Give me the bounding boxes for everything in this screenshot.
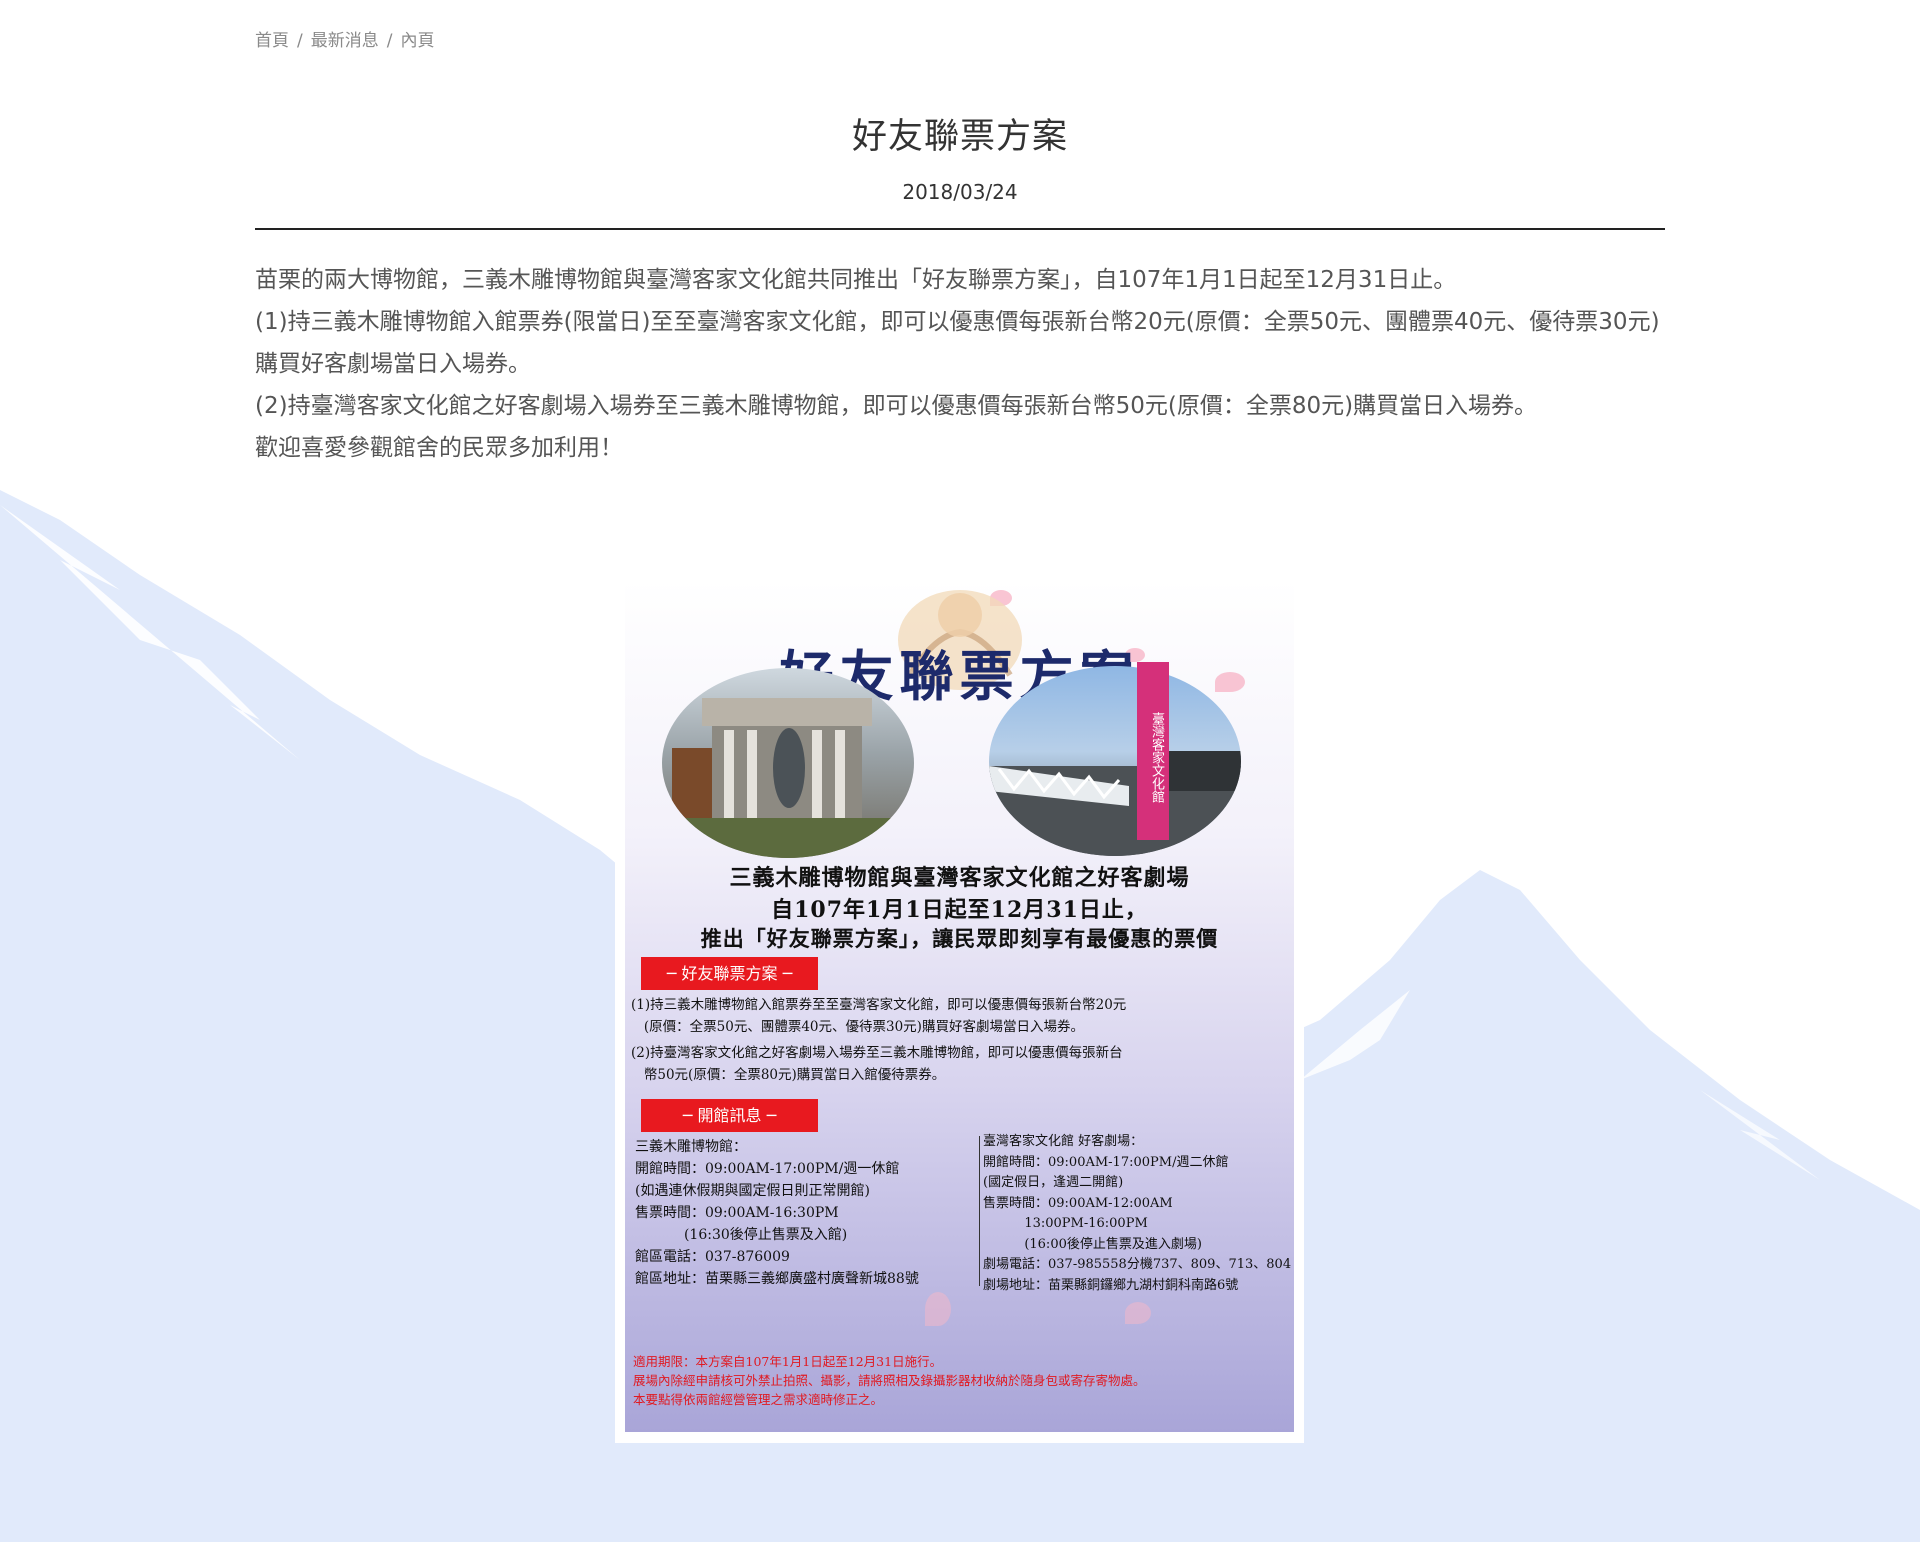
hakka-hall-photo bbox=[989, 666, 1241, 856]
article-paragraph: (1)持三義木雕博物館入館票券(限當日)至至臺灣客家文化館，即可以優惠價每張新台… bbox=[255, 309, 1660, 377]
poster-headline: 推出「好友聯票方案」，讓民眾即刻享有最優惠的票價 bbox=[700, 926, 1219, 951]
poster-image[interactable]: 好友聯票方案 臺灣客家文化館 三義木雕博物館與臺灣客家文化館之好客劇場 自107… bbox=[615, 576, 1304, 1443]
poster-headline: 三義木雕博物館與臺灣客家文化館之好客劇場 bbox=[729, 865, 1190, 891]
article-body: 苗栗的兩大博物館，三義木雕博物館與臺灣客家文化館共同推出「好友聯票方案」，自10… bbox=[255, 259, 1665, 469]
petal-decoration bbox=[1125, 1302, 1151, 1324]
publish-date: 2018/03/24 bbox=[902, 180, 1018, 204]
article-paragraph: 苗栗的兩大博物館，三義木雕博物館與臺灣客家文化館共同推出「好友聯票方案」，自10… bbox=[255, 267, 1457, 293]
poster-headline: 自107年1月1日起至12月31日止， bbox=[771, 897, 1148, 923]
museum-photo bbox=[662, 668, 914, 858]
plan-tag: ─ 好友聯票方案 ─ bbox=[641, 957, 818, 990]
breadcrumb-home[interactable]: 首頁 bbox=[255, 31, 289, 51]
poster-notes: 適用期限：本方案自107年1月1日起至12月31日施行。 展場內除經申請核可外禁… bbox=[633, 1354, 1146, 1407]
breadcrumb: 首頁 / 最新消息 / 內頁 bbox=[255, 26, 434, 51]
article-paragraph: 歡迎喜愛參觀館舍的民眾多加利用！ bbox=[255, 435, 623, 461]
article-paragraph: (2)持臺灣客家文化館之好客劇場入場券至三義木雕博物館，即可以優惠價每張新台幣5… bbox=[255, 393, 1538, 419]
poster-canvas: 好友聯票方案 臺灣客家文化館 三義木雕博物館與臺灣客家文化館之好客劇場 自107… bbox=[625, 580, 1294, 1432]
breadcrumb-separator: / bbox=[386, 31, 393, 51]
hakka-hall-info: 臺灣客家文化館 好客劇場： 開館時間：09:00AM-17:00PM/週二休館 … bbox=[983, 1134, 1292, 1293]
info-tag: ─ 開館訊息 ─ bbox=[641, 1099, 818, 1132]
page-title: 好友聯票方案 bbox=[851, 117, 1068, 157]
breadcrumb-news[interactable]: 最新消息 bbox=[311, 31, 379, 51]
plan-item: (2)持臺灣客家文化館之好客劇場入場券至三義木雕博物館，即可以優惠價每張新台 幣… bbox=[631, 1045, 1123, 1083]
plan-item: (1)持三義木雕博物館入館票券至至臺灣客家文化館，即可以優惠價每張新台幣20元 … bbox=[631, 997, 1127, 1035]
info-divider bbox=[979, 1136, 980, 1286]
tower-sign: 臺灣客家文化館 bbox=[1137, 662, 1169, 840]
petal-decoration bbox=[925, 1292, 951, 1326]
title-divider bbox=[255, 228, 1665, 230]
breadcrumb-separator: / bbox=[297, 31, 303, 51]
museum-info: 三義木雕博物館： 開館時間：09:00AM-17:00PM/週一休館 (如遇連休… bbox=[635, 1139, 919, 1287]
breadcrumb-current: 內頁 bbox=[400, 31, 435, 51]
